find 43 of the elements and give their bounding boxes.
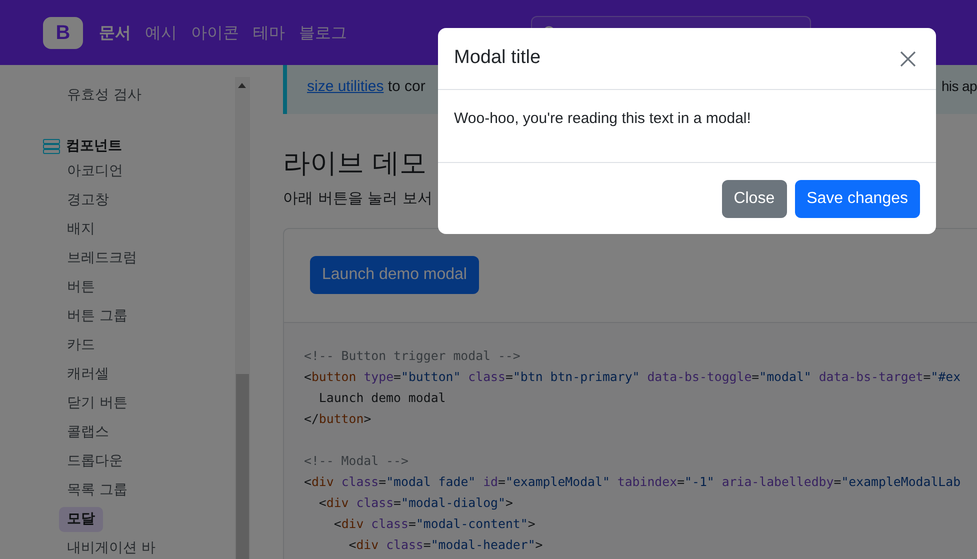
- sidebar-item[interactable]: 닫기 버튼: [59, 391, 136, 416]
- list-icon: [43, 138, 60, 154]
- callout-text: size utilities to cor: [307, 77, 426, 97]
- section-intro: 아래 버튼을 눌러 보서: [283, 188, 432, 209]
- nav-link[interactable]: 블로그: [299, 20, 347, 44]
- sidebar-item[interactable]: 버튼 그룹: [59, 304, 136, 329]
- sidebar-item[interactable]: 콜랩스: [59, 420, 117, 445]
- code-line: Launch demo modal: [318, 388, 447, 406]
- sidebar-section-heading: 컴포넌트: [66, 136, 122, 156]
- sidebar-item[interactable]: 버튼: [59, 275, 103, 300]
- scrollbar[interactable]: [235, 77, 250, 559]
- close-icon: [900, 50, 916, 66]
- callout-text: his ap: [941, 77, 977, 96]
- nav-link[interactable]: 예시: [145, 20, 177, 44]
- sidebar-item[interactable]: 배지: [59, 217, 103, 242]
- code-line: </button>: [304, 410, 372, 428]
- sidebar-item[interactable]: 모달: [59, 507, 103, 532]
- nav-link[interactable]: 테마: [253, 20, 285, 44]
- code-line: <!-- Modal -->: [304, 452, 410, 470]
- launch-button[interactable]: Launch demo modal: [310, 256, 479, 294]
- sidebar-item[interactable]: 브레드크럼: [59, 246, 145, 271]
- sidebar-item[interactable]: 목록 그룹: [59, 478, 136, 503]
- code-line: <div class="modal-dialog">: [318, 494, 514, 512]
- sidebar-item[interactable]: 캐러셀: [59, 362, 117, 387]
- sidebar-item[interactable]: 아코디언: [59, 159, 131, 184]
- section-heading: 라이브 데모: [283, 147, 428, 181]
- code-line: <div class="modal fade" id="exampleModal" tabindex="-1" aria-labelledby="exampleModalLab: [304, 472, 962, 491]
- code-line: <div class="modal-header">: [348, 536, 544, 554]
- sidebar-item[interactable]: 내비게이션 바: [59, 536, 164, 559]
- sidebar-item[interactable]: 드롭다운: [59, 449, 131, 474]
- close-button[interactable]: Close: [722, 180, 787, 218]
- code-line: <!-- Button trigger modal -->: [304, 346, 522, 365]
- nav-link[interactable]: 아이콘: [191, 20, 239, 44]
- save-button[interactable]: Save changes: [794, 180, 920, 218]
- logo[interactable]: B: [43, 16, 83, 48]
- nav-link[interactable]: 문서: [99, 20, 131, 44]
- code-line: <button type="button" class="btn btn-primary" data-bs-toggle="modal" data-bs-target="#ex: [304, 368, 962, 386]
- modal-body-text: Woo-hoo, you're reading this text in a modal!: [454, 109, 752, 129]
- sidebar-item[interactable]: 카드: [59, 333, 103, 358]
- code-line: <div class="modal-content">: [332, 514, 536, 532]
- sidebar-item[interactable]: 경고창: [59, 188, 117, 213]
- modal-title: Modal title: [454, 46, 541, 70]
- link[interactable]: size utilities: [307, 78, 384, 95]
